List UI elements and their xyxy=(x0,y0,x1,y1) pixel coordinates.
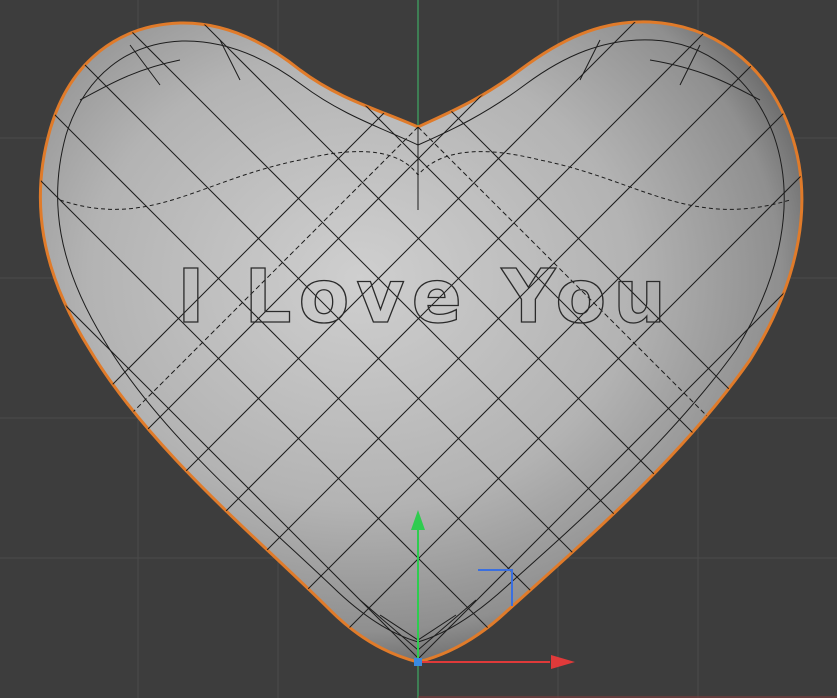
3d-viewport[interactable]: I Love You xyxy=(0,0,837,698)
viewport-canvas[interactable]: I Love You xyxy=(0,0,837,698)
gizmo-pivot-icon[interactable] xyxy=(414,658,422,666)
heart-text-label[interactable]: I Love You xyxy=(176,253,673,340)
gizmo-x-arrow-icon[interactable] xyxy=(551,655,575,669)
